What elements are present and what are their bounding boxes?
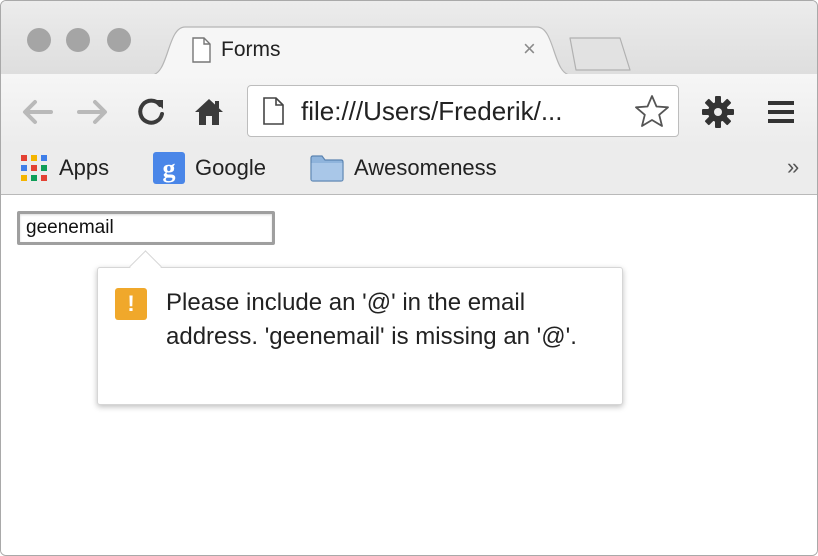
forward-arrow-icon[interactable] — [73, 92, 113, 132]
tab-close-icon[interactable]: × — [523, 36, 536, 62]
hamburger-menu-icon[interactable] — [761, 92, 801, 132]
close-window-button[interactable] — [27, 28, 51, 52]
back-arrow-icon[interactable] — [17, 92, 57, 132]
page-icon — [191, 37, 211, 68]
bookmark-label: Apps — [59, 155, 110, 180]
home-icon[interactable] — [189, 92, 229, 132]
toolbar: file:///Users/Frederik/... — [1, 74, 817, 146]
bookmark-google[interactable]: g Google — [153, 151, 266, 185]
browser-window: Forms × file:///Users/Frederik/... Apps … — [0, 0, 818, 556]
maximize-window-button[interactable] — [107, 28, 131, 52]
page-icon — [262, 97, 284, 130]
address-bar[interactable]: file:///Users/Frederik/... — [247, 85, 679, 137]
new-tab-button[interactable] — [564, 34, 634, 74]
bookmark-label: Google — [195, 155, 266, 180]
star-icon[interactable] — [634, 94, 670, 133]
bookmark-awesomeness[interactable]: Awesomeness — [310, 151, 497, 185]
warning-icon: ! — [115, 288, 147, 320]
tab-forms[interactable]: Forms × — [151, 25, 571, 75]
reload-icon[interactable] — [131, 92, 171, 132]
bookmarks-overflow-button[interactable]: » — [787, 154, 799, 180]
gear-icon[interactable] — [698, 92, 738, 132]
validation-tooltip: ! Please include an '@' in the email add… — [97, 250, 623, 405]
page-content: ! Please include an '@' in the email add… — [1, 195, 817, 555]
tab-title: Forms — [221, 38, 281, 61]
validation-message: Please include an '@' in the email addre… — [166, 289, 577, 350]
minimize-window-button[interactable] — [66, 28, 90, 52]
folder-icon — [310, 155, 344, 182]
svg-text:g: g — [163, 154, 176, 183]
url-text[interactable]: file:///Users/Frederik/... — [301, 96, 563, 127]
apps-grid-icon — [21, 155, 47, 181]
bookmark-apps[interactable]: Apps — [19, 151, 109, 185]
tooltip-arrow — [129, 250, 162, 283]
tab-strip: Forms × — [1, 1, 817, 75]
bookmark-label: Awesomeness — [354, 155, 497, 180]
google-icon: g — [153, 152, 185, 184]
email-field[interactable] — [17, 211, 275, 245]
tab-shape — [151, 26, 571, 75]
bookmarks-bar: Apps g Google Awesomeness » — [1, 146, 817, 195]
